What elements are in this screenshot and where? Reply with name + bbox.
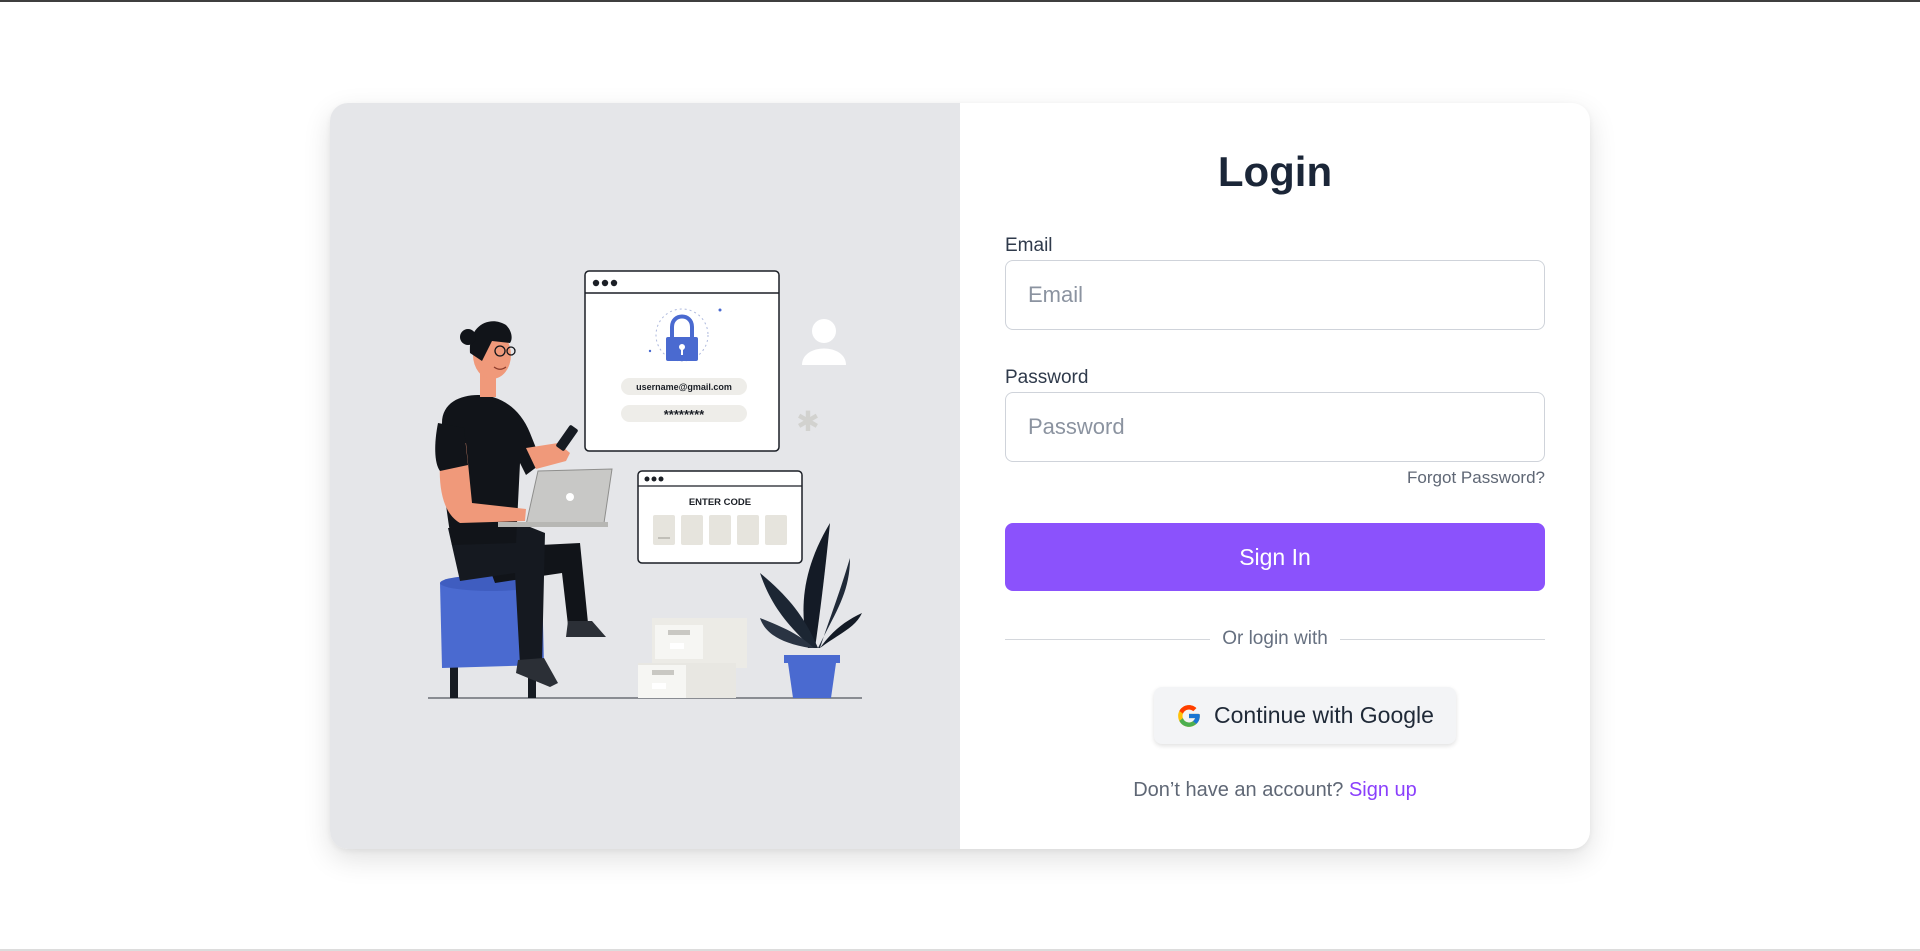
divider-text: Or login with: [1222, 628, 1328, 649]
google-icon: [1178, 704, 1200, 727]
user-icon: [802, 319, 846, 365]
login-window: username@gmail.com ********: [584, 270, 780, 452]
forgot-password-link[interactable]: Forgot Password?: [1407, 468, 1545, 488]
illustration-password-text: ********: [664, 407, 705, 422]
illustration-panel: username@gmail.com ******** ✱ ENTER CODE: [330, 103, 960, 849]
password-label: Password: [1005, 367, 1089, 388]
code-window: ENTER CODE: [637, 470, 803, 564]
login-form-panel: Login Email Password Forgot Password? Si…: [960, 103, 1590, 849]
illustration-email-text: username@gmail.com: [636, 382, 732, 392]
asterisk-icon: ✱: [796, 405, 819, 438]
google-button-label: Continue with Google: [1214, 702, 1434, 728]
page-title: Login: [1217, 148, 1333, 195]
or-divider: Or login with: [1005, 628, 1546, 649]
email-label: Email: [1005, 235, 1053, 256]
password-input[interactable]: [1005, 392, 1545, 462]
email-input[interactable]: [1005, 260, 1545, 330]
google-login-button[interactable]: Continue with Google: [1154, 687, 1456, 744]
signup-row: Don’t have an account? Sign up: [960, 779, 1590, 802]
top-border: [0, 0, 1920, 2]
signup-prompt: Don’t have an account?: [1133, 779, 1344, 801]
illustration-code-title: ENTER CODE: [689, 497, 751, 508]
sign-up-link[interactable]: Sign up: [1349, 779, 1417, 801]
login-card: username@gmail.com ******** ✱ ENTER CODE: [330, 103, 1590, 849]
divider-line-left: [1005, 638, 1211, 640]
login-illustration: username@gmail.com ******** ✱ ENTER CODE: [428, 270, 862, 699]
sign-in-button[interactable]: Sign In: [1005, 523, 1545, 591]
divider-line-right: [1339, 638, 1546, 640]
